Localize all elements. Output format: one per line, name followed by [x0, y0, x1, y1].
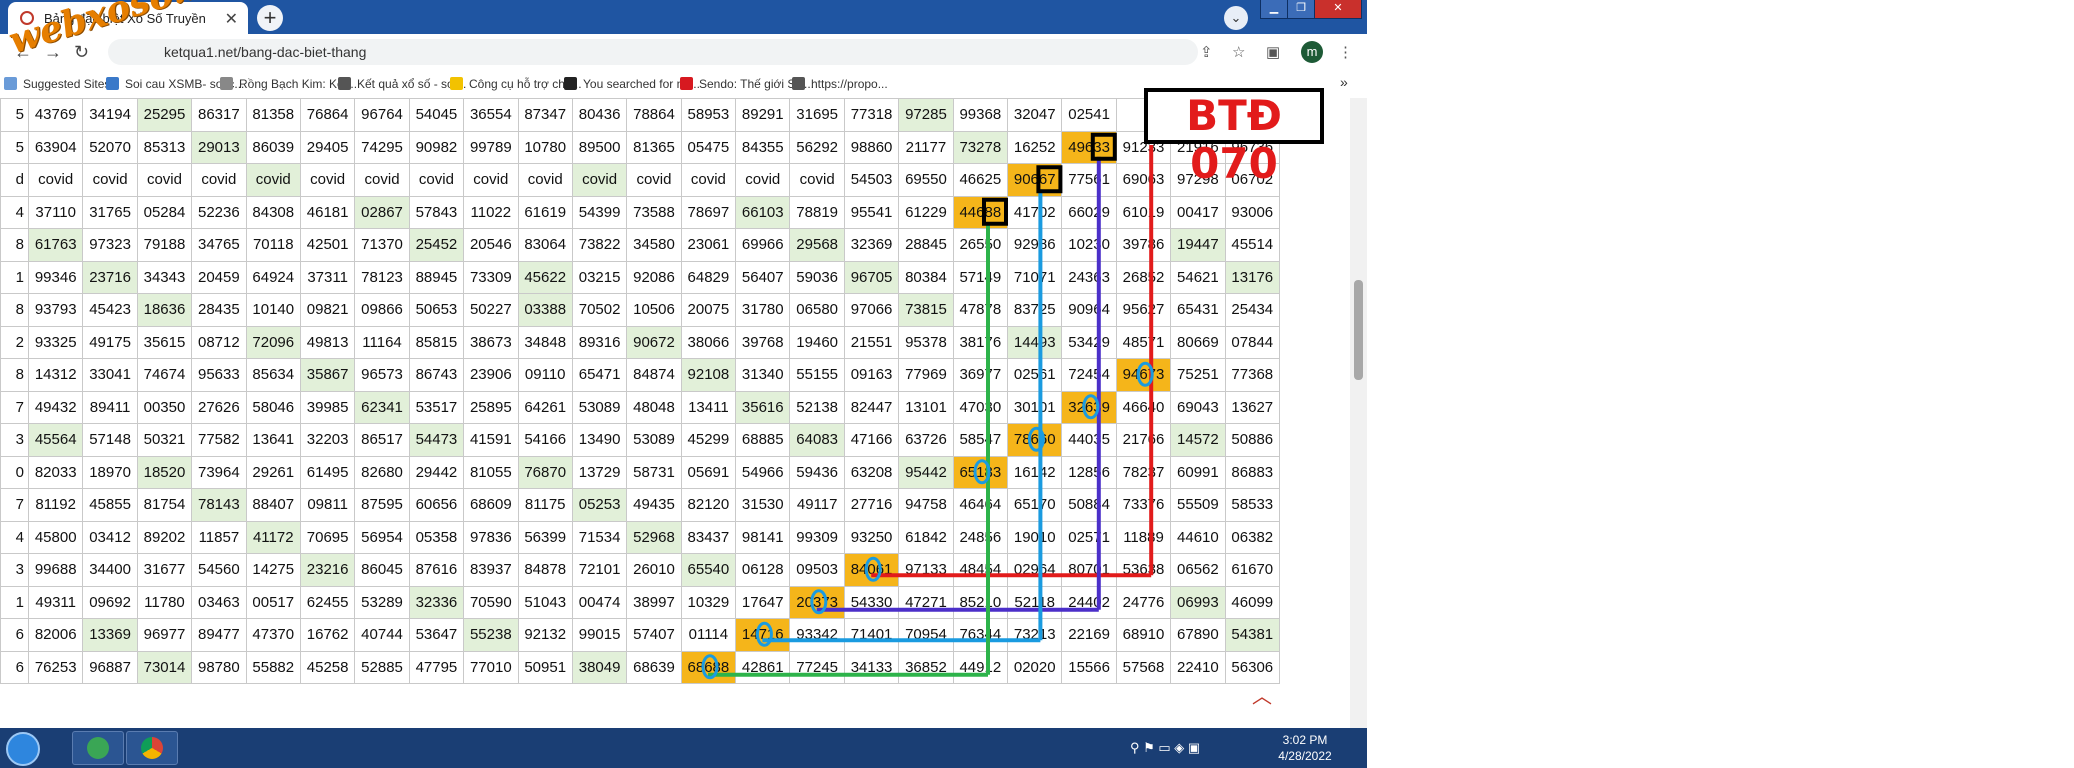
taskbar-app-green[interactable] — [72, 731, 124, 765]
highlight-box — [1090, 132, 1117, 161]
start-button[interactable] — [6, 732, 40, 766]
highlight-box — [1036, 165, 1063, 194]
taskbar-app-chrome[interactable] — [126, 731, 178, 765]
chrome-icon — [141, 737, 163, 759]
highlight-box — [982, 197, 1008, 226]
screen: Bảng đặc biệt Xổ Số Truyền ✕ + ⌄ ▁ ❐ ✕ ←… — [0, 0, 1367, 768]
app-icon — [87, 737, 109, 759]
system-tray-icons[interactable]: ⚲ ⚑ ▭ ◈ ▣ — [1130, 740, 1200, 756]
clock-time: 3:02 PM — [1282, 733, 1328, 747]
highlight-ring — [1082, 394, 1100, 420]
annotation-badge: BTĐ 070 — [1144, 88, 1324, 188]
clock-date: 4/28/2022 — [1278, 749, 1332, 763]
taskbar: ⚲ ⚑ ▭ ◈ ▣ 3:02 PM 4/28/2022 — [0, 728, 1367, 768]
clock[interactable]: 3:02 PM 4/28/2022 — [1260, 732, 1350, 764]
